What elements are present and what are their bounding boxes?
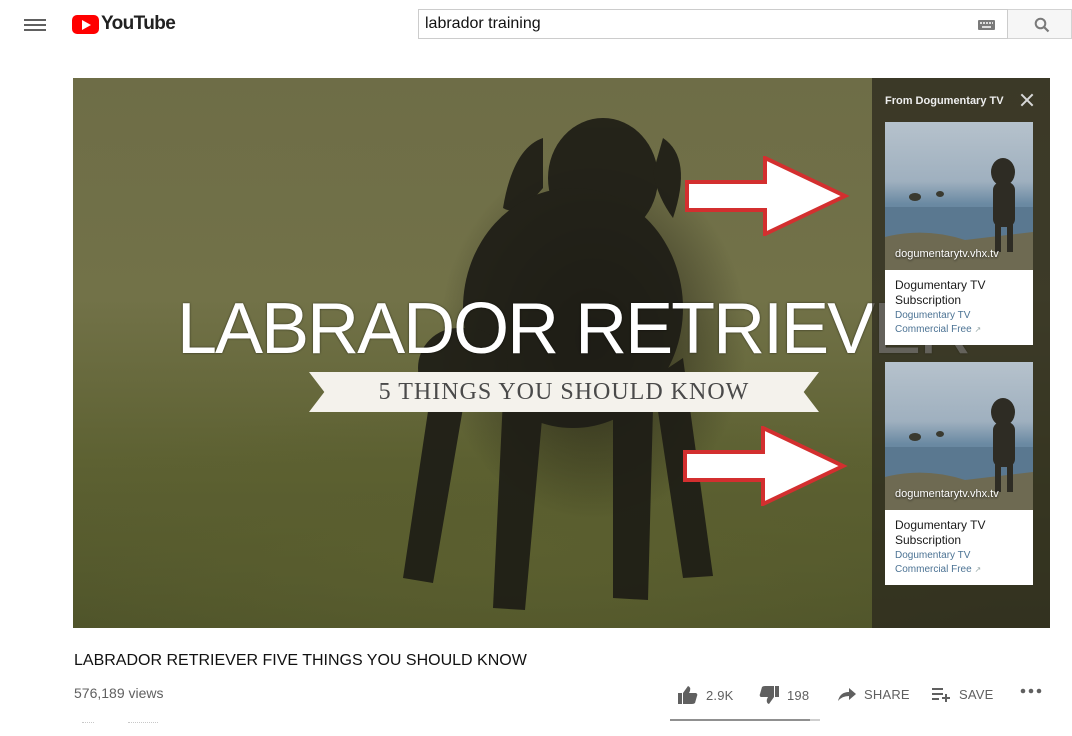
external-link-icon: ↗ [974,325,982,334]
overlay-title: LABRADOR RETRIEVER [177,289,971,369]
overlay-subtitle: 5 THINGS YOU SHOULD KNOW [378,378,750,405]
suggestion-card[interactable]: dogumentarytv.vhx.tv Dogumentary TV Subs… [885,362,1033,585]
thumbs-down-icon [759,686,779,704]
video-title: LABRADOR RETRIEVER FIVE THINGS YOU SHOUL… [74,652,527,669]
arrow-icon [683,426,848,506]
divider [128,722,158,723]
card-channel: Dogumentary TV [895,310,971,321]
suggestions-panel: From Dogumentary TV dogumentarytv.vhx.tv… [872,78,1050,628]
card-thumbnail: dogumentarytv.vhx.tv [885,122,1033,270]
search-box [418,9,1008,39]
card-thumbnail: dogumentarytv.vhx.tv [885,362,1033,510]
share-icon [838,688,856,701]
view-count: 576,189 views [74,685,164,701]
card-title[interactable]: Dogumentary TV Subscription [885,510,1033,548]
search-input[interactable] [419,10,965,38]
search-icon [1034,17,1050,33]
card-label: Commercial Free ↗ [895,324,982,335]
sentiment-bar-fill [670,719,810,721]
keyboard-icon[interactable] [978,20,995,30]
thumbs-up-icon [678,686,698,704]
share-label: SHARE [864,686,910,702]
like-count: 2.9K [706,687,734,703]
youtube-logo-icon [72,14,99,34]
search-button[interactable] [1008,9,1072,39]
dislike-count: 198 [787,687,810,703]
youtube-logo[interactable]: YouTube [72,13,176,35]
thumbnail-url: dogumentarytv.vhx.tv [895,248,999,260]
arrow-icon [685,156,850,236]
like-button[interactable]: 2.9K [678,686,734,704]
menu-icon[interactable] [24,16,46,34]
video-player[interactable]: LABRADOR RETRIEVER 5 THINGS YOU SHOULD K… [73,78,1050,628]
sentiment-bar [670,719,820,721]
save-label: SAVE [959,686,994,702]
add-to-playlist-icon [932,688,950,702]
suggestion-card[interactable]: dogumentarytv.vhx.tv Dogumentary TV Subs… [885,122,1033,345]
card-channel: Dogumentary TV [895,550,971,561]
external-link-icon: ↗ [974,565,982,574]
divider [82,722,94,723]
more-horizontal-icon [1020,688,1042,694]
share-button[interactable]: SHARE [838,686,910,702]
card-title[interactable]: Dogumentary TV Subscription [885,270,1033,308]
panel-header: From Dogumentary TV [885,95,1004,107]
thumbnail-url: dogumentarytv.vhx.tv [895,488,999,500]
more-actions-button[interactable] [1020,688,1042,694]
close-icon[interactable] [1020,93,1034,107]
logo-text: YouTube [101,13,176,34]
overlay-ribbon: 5 THINGS YOU SHOULD KNOW [309,372,819,412]
card-label: Commercial Free ↗ [895,564,982,575]
dislike-button[interactable]: 198 [759,686,809,704]
save-button[interactable]: SAVE [932,686,994,702]
